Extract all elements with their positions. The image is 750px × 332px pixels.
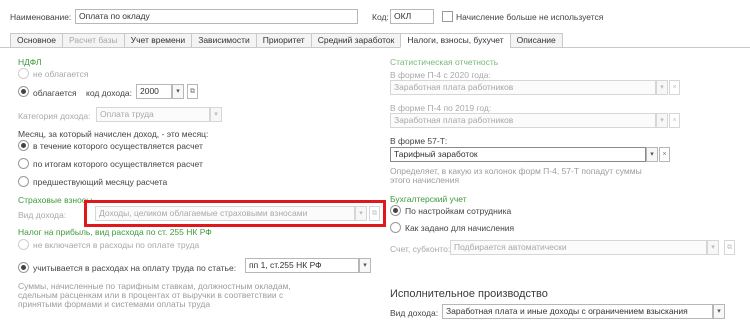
name-label: Наименование: — [10, 12, 72, 22]
obsolete-checkbox[interactable] — [442, 11, 453, 22]
tab-base-calculation[interactable]: Расчет базы — [61, 33, 124, 48]
chevron-down-icon: ▾ — [711, 244, 715, 251]
close-icon: × — [662, 151, 667, 158]
account-subconto-dropdown-button[interactable]: ▾ — [707, 240, 719, 255]
stats-section-title: Статистическая отчетность — [390, 57, 499, 67]
profit-tax-included-radio[interactable] — [18, 262, 29, 273]
open-icon: ⧉ — [190, 88, 195, 95]
income-category-label: Категория дохода: — [18, 111, 91, 121]
p4-2020-dropdown-button[interactable]: ▾ — [656, 80, 668, 95]
code-input[interactable]: ОКЛ — [390, 9, 434, 24]
f57-label: В форме 57-Т: — [390, 136, 448, 146]
tab-average-earnings[interactable]: Средний заработок — [310, 33, 401, 48]
insurance-income-type-label: Вид дохода: — [18, 210, 67, 220]
close-icon: × — [672, 84, 677, 91]
f57-dropdown-button[interactable]: ▾ — [646, 147, 658, 162]
chevron-down-icon: ▾ — [717, 308, 721, 315]
accounting-by-employee-label: По настройкам сотрудника — [405, 206, 512, 216]
ndfl-taxed-label: облагается — [33, 88, 77, 98]
p4-2020-input[interactable]: Заработная плата работников — [390, 80, 656, 95]
chevron-down-icon: ▾ — [363, 262, 367, 269]
chevron-down-icon: ▾ — [176, 88, 180, 95]
stats-note: Определяет, в какую из колонок форм П-4,… — [390, 166, 642, 185]
income-code-open-button[interactable]: ⧉ — [187, 84, 198, 99]
accounting-section-title: Бухгалтерский учет — [390, 194, 467, 204]
tab-priority[interactable]: Приоритет — [255, 33, 311, 48]
enforcement-income-type-label: Вид дохода: — [390, 308, 439, 318]
open-icon: ⧉ — [727, 244, 732, 251]
month-previous-radio[interactable] — [18, 176, 29, 187]
income-category-input[interactable]: Оплата труда — [96, 107, 210, 122]
account-subconto-label: Счет, субконто: — [390, 244, 451, 254]
chevron-down-icon: ▾ — [660, 84, 664, 91]
ndfl-not-taxed-label: не облагается — [33, 69, 89, 79]
ndfl-section-title: НДФЛ — [18, 57, 42, 67]
f57-input[interactable]: Тарифный заработок — [390, 147, 646, 162]
p4-2019-dropdown-button[interactable]: ▾ — [656, 113, 668, 128]
chevron-down-icon: ▾ — [660, 117, 664, 124]
obsolete-label: Начисление больше не используется — [456, 12, 604, 22]
enforcement-section-title: Исполнительное производство — [390, 288, 548, 300]
p4-2019-label: В форме П-4 по 2019 год: — [390, 103, 492, 113]
tab-time-accounting[interactable]: Учет времени — [123, 33, 192, 48]
month-current-radio[interactable] — [18, 140, 29, 151]
income-code-label: код дохода: — [86, 88, 133, 98]
profit-tax-section-title: Налог на прибыль, вид расхода по ст. 255… — [18, 227, 212, 237]
close-icon: × — [672, 117, 677, 124]
p4-2019-clear-button[interactable]: × — [669, 113, 680, 128]
tab-description[interactable]: Описание — [509, 33, 563, 48]
tab-strip: Основное Расчет базы Учет времени Зависи… — [10, 33, 563, 48]
p4-2020-clear-button[interactable]: × — [669, 80, 680, 95]
month-result-label: по итогам которого осуществляется расчет — [33, 159, 203, 169]
enforcement-income-type-input[interactable]: Заработная плата и иные доходы с огранич… — [442, 304, 713, 319]
p4-2019-input[interactable]: Заработная плата работников — [390, 113, 656, 128]
enforcement-income-type-dropdown-button[interactable]: ▾ — [713, 304, 725, 319]
profit-tax-note: Суммы, начисленные по тарифным ставкам, … — [18, 281, 291, 309]
month-current-label: в течение которого осуществляется расчет — [33, 141, 203, 151]
account-subconto-open-button[interactable]: ⧉ — [724, 240, 735, 255]
insurance-section-title: Страховые взносы — [18, 195, 93, 205]
code-label: Код: — [372, 12, 389, 22]
profit-tax-excluded-label: не включается в расходы по оплате труда — [33, 240, 200, 250]
ndfl-taxed-radio[interactable] — [18, 86, 29, 97]
chevron-down-icon: ▾ — [650, 151, 654, 158]
chevron-down-icon: ▾ — [214, 111, 218, 118]
month-previous-label: предшествующий месяцу расчета — [33, 177, 168, 187]
profit-tax-included-label: учитывается в расходах на оплату труда п… — [33, 263, 237, 273]
accounting-by-employee-radio[interactable] — [390, 205, 401, 216]
month-question-title: Месяц, за который начислен доход, - это … — [18, 129, 209, 139]
p4-2020-label: В форме П-4 с 2020 года: — [390, 70, 491, 80]
income-category-dropdown-button[interactable]: ▾ — [210, 107, 222, 122]
highlight-frame — [84, 200, 386, 227]
month-result-radio[interactable] — [18, 158, 29, 169]
tab-taxes-contributions-accounting[interactable]: Налоги, взносы, бухучет — [400, 33, 510, 48]
income-code-input[interactable]: 2000 — [136, 84, 172, 99]
name-input[interactable]: Оплата по окладу — [75, 9, 358, 24]
income-code-dropdown-button[interactable]: ▾ — [172, 84, 184, 99]
tab-dependencies[interactable]: Зависимости — [191, 33, 256, 48]
accounting-as-accrual-label: Как задано для начисления — [405, 223, 515, 233]
profit-tax-article-dropdown-button[interactable]: ▾ — [359, 258, 371, 273]
f57-clear-button[interactable]: × — [659, 147, 670, 162]
tab-main[interactable]: Основное — [10, 33, 62, 48]
ndfl-not-taxed-radio[interactable] — [18, 68, 29, 79]
accounting-as-accrual-radio[interactable] — [390, 222, 401, 233]
profit-tax-excluded-radio[interactable] — [18, 239, 29, 250]
account-subconto-input[interactable]: Подбирается автоматически — [450, 240, 707, 255]
profit-tax-article-input[interactable]: пп 1, ст.255 НК РФ — [245, 258, 359, 273]
